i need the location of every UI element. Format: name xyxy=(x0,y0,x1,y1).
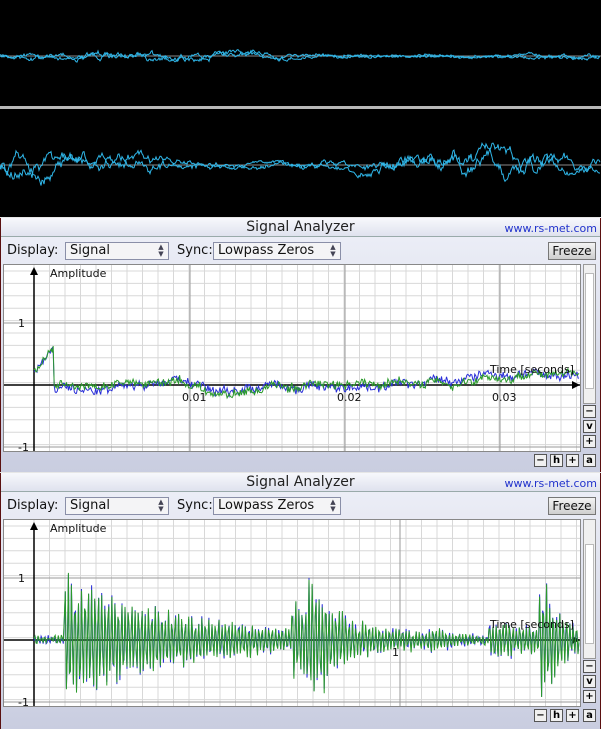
display-dropdown[interactable]: Signal ▲ ▼ xyxy=(65,242,169,260)
y-axis-label: Amplitude xyxy=(50,267,107,280)
zoom-horizontal-button[interactable]: h xyxy=(550,454,563,467)
zoom-in-horizontal-button[interactable]: + xyxy=(566,709,579,722)
y-tick-label: -1 xyxy=(18,441,29,452)
vertical-scrollbar[interactable] xyxy=(583,519,596,659)
zoom-all-button[interactable]: a xyxy=(583,709,596,722)
sync-dropdown[interactable]: Lowpass Zeros ▲ ▼ xyxy=(213,242,341,260)
zoom-vertical-button[interactable]: v xyxy=(583,420,596,433)
x-tick-label: 0.02 xyxy=(337,391,362,404)
analyzer-titlebar: Signal Analyzer www.rs-met.com xyxy=(1,473,600,492)
x-tick-label: 1 xyxy=(392,646,399,659)
sync-label: Sync: xyxy=(177,243,213,258)
vertical-scroll-thumb[interactable] xyxy=(585,544,594,644)
plot-axes xyxy=(4,267,580,451)
x-tick-label: 0.03 xyxy=(492,391,517,404)
plot-grid xyxy=(4,265,580,451)
dropdown-arrows-icon: ▲ ▼ xyxy=(330,243,336,258)
signal-analyzer-bottom: Signal Analyzer www.rs-met.com Display: … xyxy=(0,473,601,729)
zoom-out-horizontal-button[interactable]: − xyxy=(534,709,547,722)
signal-plot-svg: Amplitude Time [seconds] 1 -1 0.01 0.02 0.03 xyxy=(4,265,580,452)
y-tick-label: 1 xyxy=(18,572,25,585)
display-dropdown-value: Signal xyxy=(70,498,110,513)
x-axis-label: Time [seconds] xyxy=(489,363,574,376)
dropdown-arrows-icon: ▲ ▼ xyxy=(330,498,336,513)
waveform-view-channel-2[interactable] xyxy=(0,109,601,217)
display-label: Display: xyxy=(7,498,59,513)
analyzer-plot[interactable]: Amplitude Time [seconds] 1 -1 1 xyxy=(3,519,581,707)
x-axis-label: Time [seconds] xyxy=(489,618,574,631)
zoom-vertical-button[interactable]: v xyxy=(583,675,596,688)
zoom-out-horizontal-button[interactable]: − xyxy=(534,454,547,467)
rsmet-link[interactable]: www.rs-met.com xyxy=(505,477,598,490)
zoom-in-vertical-button[interactable]: + xyxy=(583,690,596,703)
sync-dropdown-value: Lowpass Zeros xyxy=(218,243,315,258)
plot-axes xyxy=(4,522,580,706)
waveform-plot-channel-2 xyxy=(0,141,601,186)
sync-dropdown-value: Lowpass Zeros xyxy=(218,498,315,513)
sync-label: Sync: xyxy=(177,498,213,513)
vertical-scrollbar[interactable] xyxy=(583,264,596,404)
zoom-all-button[interactable]: a xyxy=(583,454,596,467)
display-dropdown-value: Signal xyxy=(70,243,110,258)
zoom-horizontal-button[interactable]: h xyxy=(550,709,563,722)
y-axis-label: Amplitude xyxy=(50,522,107,535)
display-label: Display: xyxy=(7,243,59,258)
zoom-out-vertical-button[interactable]: − xyxy=(583,405,596,418)
dropdown-arrows-icon: ▲ ▼ xyxy=(158,243,164,258)
waveform-view-channel-1[interactable] xyxy=(0,0,601,106)
zoom-in-horizontal-button[interactable]: + xyxy=(566,454,579,467)
analyzer-plot[interactable]: Amplitude Time [seconds] 1 -1 0.01 0.02 0.03 xyxy=(3,264,581,452)
signal-plot-svg: Amplitude Time [seconds] 1 -1 1 xyxy=(4,520,580,707)
display-dropdown[interactable]: Signal ▲ ▼ xyxy=(65,497,169,515)
freeze-button[interactable]: Freeze xyxy=(548,497,596,515)
vertical-scroll-thumb[interactable] xyxy=(585,273,594,389)
x-tick-label: 0.01 xyxy=(182,391,207,404)
plot-grid xyxy=(4,520,580,706)
signal-analyzer-top: Signal Analyzer www.rs-met.com Display: … xyxy=(0,218,601,472)
zoom-in-vertical-button[interactable]: + xyxy=(583,435,596,448)
y-tick-label: -1 xyxy=(18,696,29,707)
dropdown-arrows-icon: ▲ ▼ xyxy=(158,498,164,513)
analyzer-titlebar: Signal Analyzer www.rs-met.com xyxy=(1,218,600,237)
rsmet-link[interactable]: www.rs-met.com xyxy=(505,222,598,235)
zoom-out-vertical-button[interactable]: − xyxy=(583,660,596,673)
y-tick-label: 1 xyxy=(18,317,25,330)
freeze-button[interactable]: Freeze xyxy=(548,242,596,260)
sync-dropdown[interactable]: Lowpass Zeros ▲ ▼ xyxy=(213,497,341,515)
waveform-plot-channel-1 xyxy=(0,49,601,63)
